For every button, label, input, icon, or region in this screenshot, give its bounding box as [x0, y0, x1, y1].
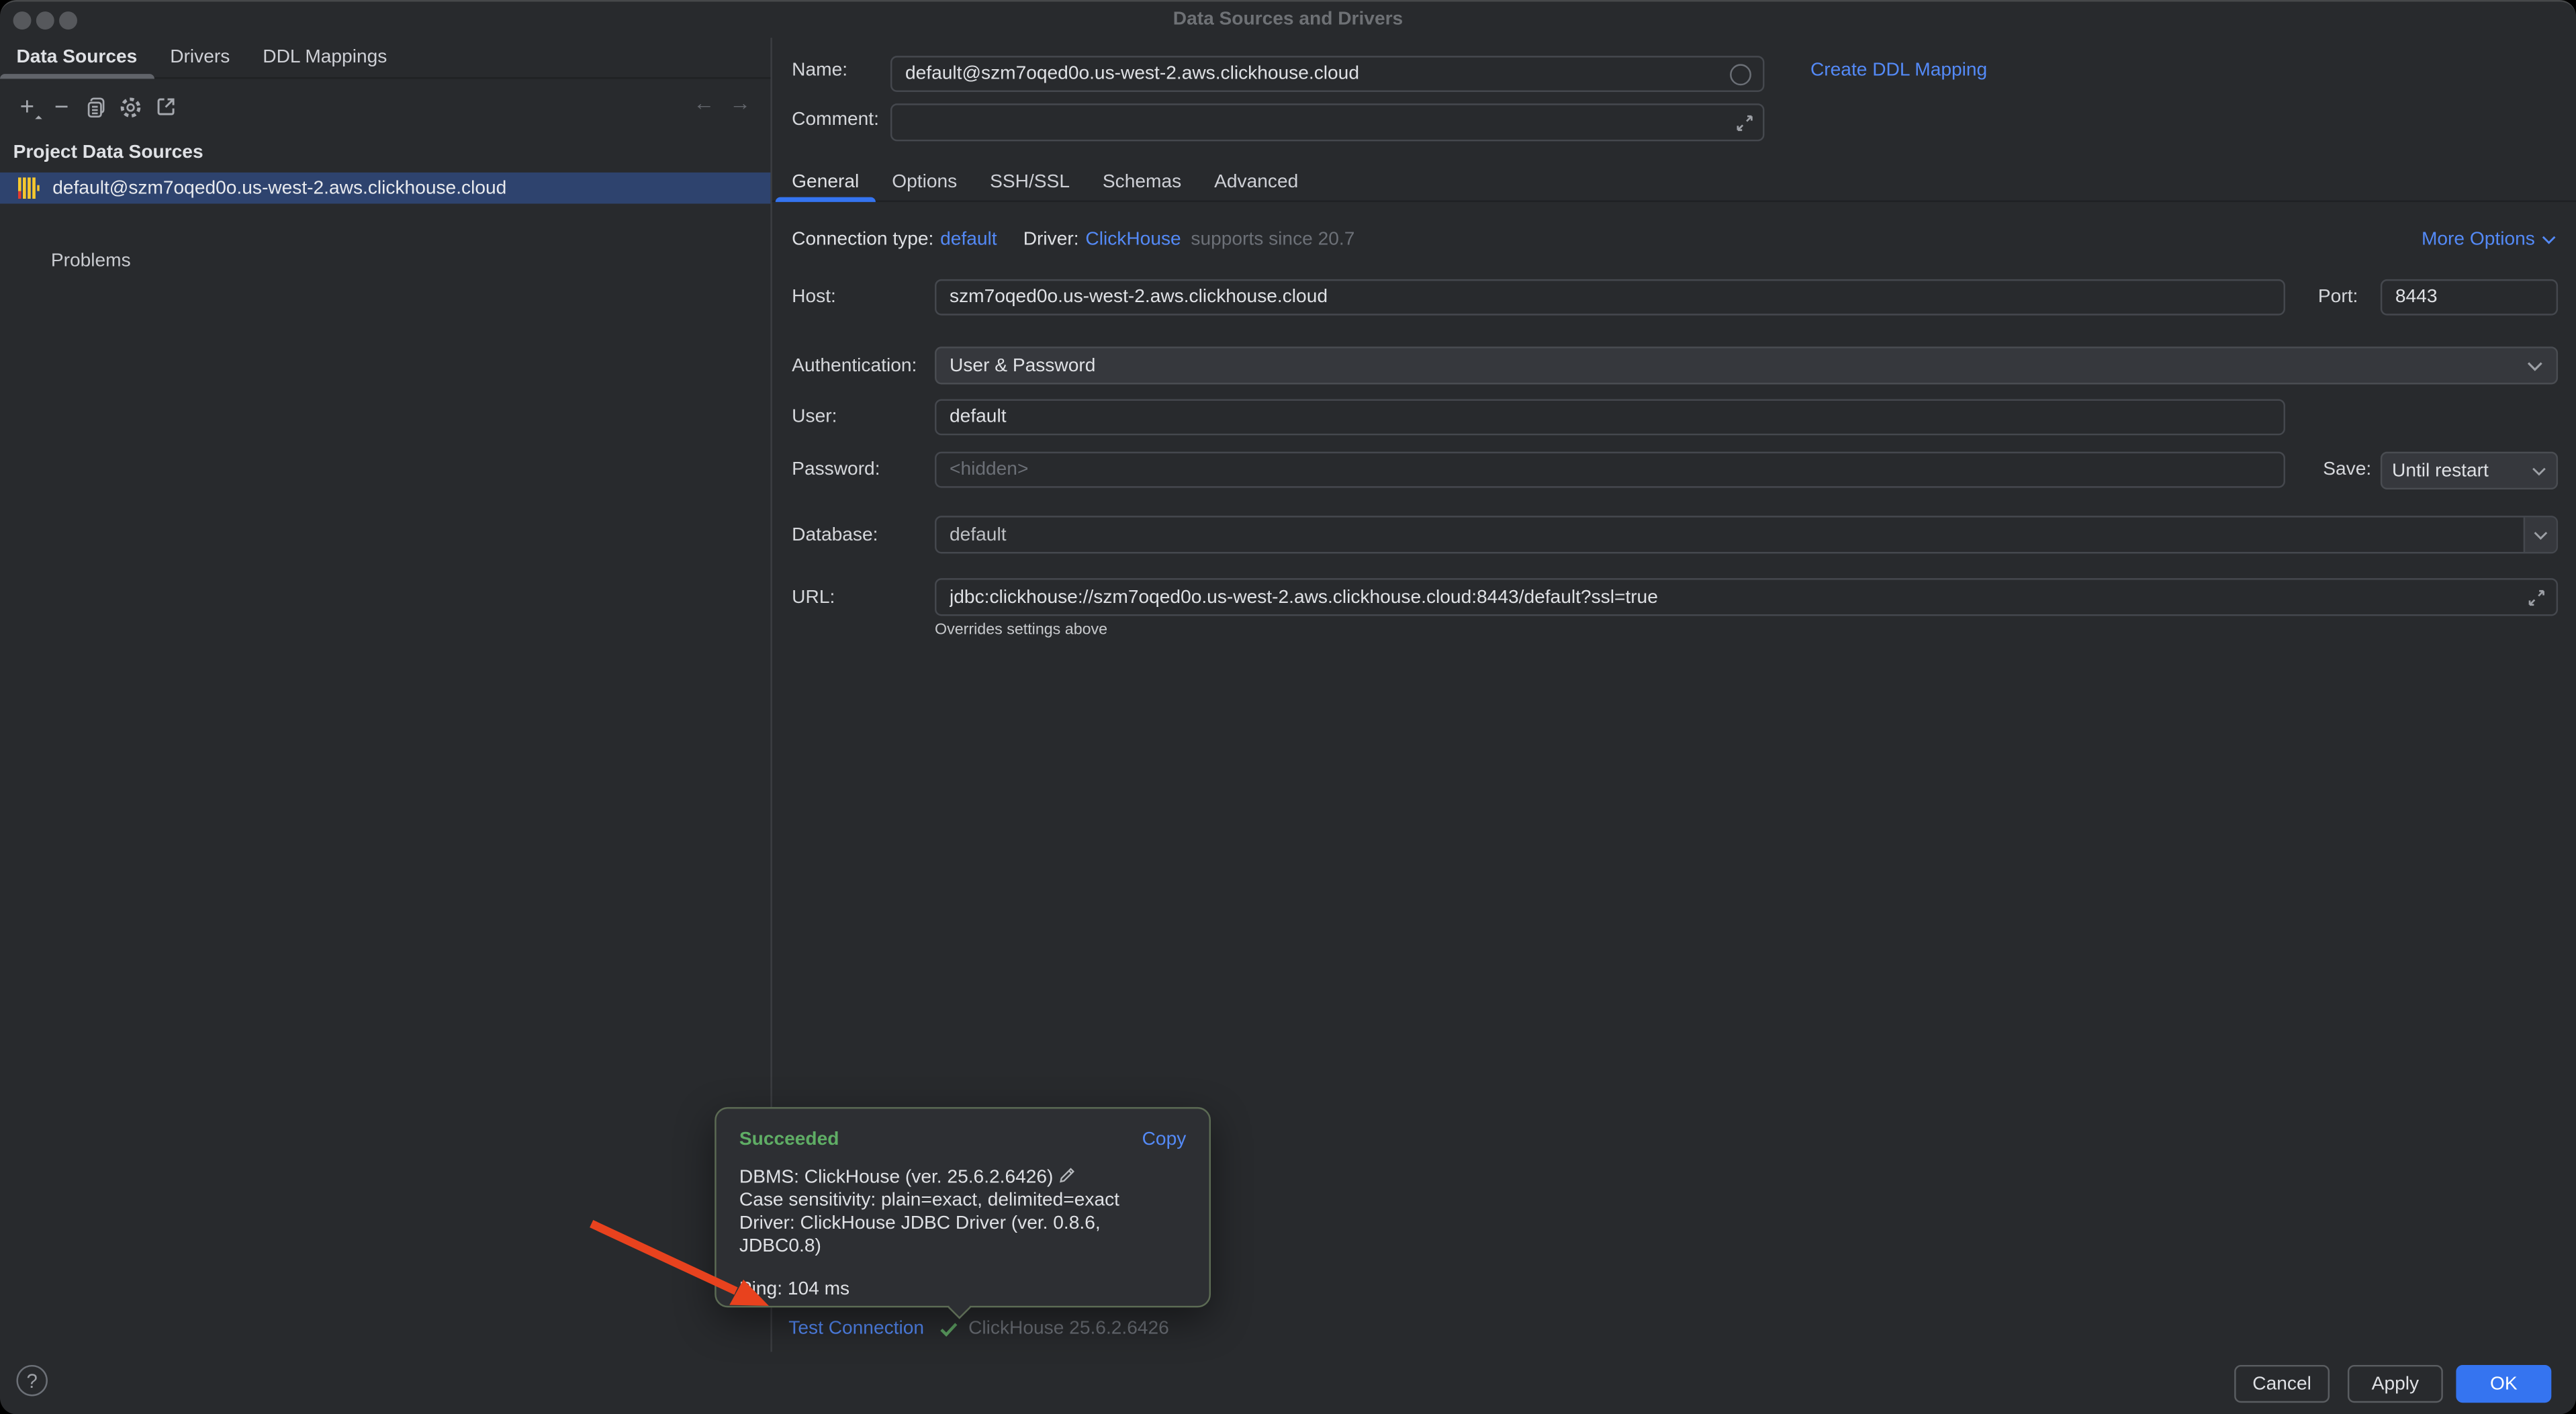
data-sources-dialog: Data Sources and Drivers Data Sources Dr…: [0, 0, 2576, 1414]
dialog-footer: ? Cancel Apply OK: [0, 1350, 2576, 1414]
dbms-text: DBMS: ClickHouse (ver. 25.6.2.6426): [739, 1168, 1054, 1187]
gear-icon[interactable]: [113, 91, 148, 124]
copy-link[interactable]: Copy: [1142, 1130, 1187, 1149]
cancel-button[interactable]: Cancel: [2234, 1365, 2330, 1403]
open-in-new-window-icon[interactable]: [148, 91, 182, 124]
clickhouse-icon: [18, 177, 40, 199]
user-input[interactable]: [935, 399, 2285, 435]
color-indicator-icon[interactable]: [1730, 64, 1751, 85]
more-options-label: More Options: [2422, 230, 2535, 249]
left-panel-toolbar: + −: [0, 91, 770, 124]
annotation-arrow: [575, 1209, 796, 1332]
host-input[interactable]: [935, 279, 2285, 316]
chevron-down-icon: [2542, 235, 2557, 245]
titlebar: Data Sources and Drivers: [0, 1, 2576, 38]
name-input[interactable]: [890, 56, 1764, 92]
authentication-label: Authentication:: [792, 357, 917, 376]
url-input[interactable]: [935, 578, 2558, 616]
tab-schemas[interactable]: Schemas: [1086, 162, 1197, 200]
authentication-value: User & Password: [950, 356, 2527, 375]
left-panel-tabs: Data Sources Drivers DDL Mappings: [0, 38, 770, 79]
database-value: default: [936, 518, 2523, 552]
ok-button[interactable]: OK: [2456, 1365, 2551, 1403]
more-options-link[interactable]: More Options: [2422, 227, 2557, 253]
forward-icon[interactable]: →: [729, 91, 751, 115]
database-label: Database:: [792, 526, 878, 545]
tab-drivers[interactable]: Drivers: [154, 38, 246, 77]
create-ddl-mapping-link[interactable]: Create DDL Mapping: [1810, 61, 1987, 81]
name-label: Name:: [792, 61, 847, 81]
port-input[interactable]: [2381, 279, 2558, 316]
test-connection-row: Test Connection ClickHouse 25.6.2.6426: [788, 1316, 1169, 1342]
connection-type-label: Connection type:: [792, 230, 933, 249]
driver-hint: supports since 20.7: [1191, 230, 1354, 249]
duplicate-icon[interactable]: [79, 91, 113, 124]
driver-link[interactable]: ClickHouse: [1085, 230, 1181, 249]
tab-general[interactable]: General: [776, 162, 876, 200]
tab-ssh-ssl[interactable]: SSH/SSL: [974, 162, 1087, 200]
tab-data-sources[interactable]: Data Sources: [0, 38, 154, 77]
chevron-down-icon: [2527, 361, 2543, 371]
authentication-select[interactable]: User & Password: [935, 346, 2558, 384]
success-check-icon: [941, 1321, 959, 1336]
window-title: Data Sources and Drivers: [0, 10, 2576, 30]
host-label: Host:: [792, 287, 836, 307]
connection-meta-row: Connection type: default Driver: ClickHo…: [792, 227, 1354, 253]
project-data-sources-header: Project Data Sources: [0, 143, 770, 162]
add-glyph: +: [20, 95, 34, 120]
port-label: Port:: [2318, 287, 2358, 307]
expand-icon[interactable]: [2527, 588, 2546, 608]
database-combobox[interactable]: default: [935, 516, 2558, 553]
edit-pencil-icon[interactable]: [1058, 1166, 1076, 1184]
tab-advanced[interactable]: Advanced: [1198, 162, 1315, 200]
chevron-down-icon: [2532, 466, 2546, 476]
history-nav: ← →: [693, 91, 751, 115]
data-source-list-item[interactable]: default@szm7oqed0o.us-west-2.aws.clickho…: [0, 173, 770, 203]
chevron-down-icon: [2533, 530, 2548, 540]
data-source-label: default@szm7oqed0o.us-west-2.aws.clickho…: [52, 178, 506, 197]
save-select[interactable]: Until restart: [2381, 452, 2558, 489]
add-dropdown-caret-icon: [35, 115, 42, 122]
popup-ping: Ping: 104 ms: [739, 1280, 1186, 1299]
remove-glyph: −: [54, 95, 68, 120]
popup-line-driver: Driver: ClickHouse JDBC Driver (ver. 0.8…: [739, 1212, 1186, 1258]
test-connection-link[interactable]: Test Connection: [788, 1319, 924, 1338]
popup-status: Succeeded: [739, 1130, 839, 1149]
expand-icon[interactable]: [1735, 113, 1754, 133]
password-label: Password:: [792, 460, 880, 479]
driver-label: Driver:: [1023, 230, 1079, 249]
password-input[interactable]: [935, 452, 2285, 488]
save-value: Until restart: [2392, 461, 2532, 480]
add-icon[interactable]: +: [10, 91, 44, 124]
form-tabs: General Options SSH/SSL Schemas Advanced: [772, 162, 2576, 202]
popup-line-dbms: DBMS: ClickHouse (ver. 25.6.2.6426): [739, 1166, 1186, 1189]
url-hint: Overrides settings above: [935, 621, 1107, 639]
problems-node[interactable]: Problems: [0, 251, 770, 271]
user-label: User:: [792, 408, 837, 427]
tab-ddl-mappings[interactable]: DDL Mappings: [246, 38, 404, 77]
remove-icon[interactable]: −: [44, 91, 79, 124]
apply-button[interactable]: Apply: [2348, 1365, 2443, 1403]
help-icon[interactable]: ?: [16, 1365, 47, 1396]
popup-line-case: Case sensitivity: plain=exact, delimited…: [739, 1189, 1186, 1212]
url-label: URL:: [792, 588, 835, 608]
screen: Data Sources and Drivers Data Sources Dr…: [0, 0, 2576, 1414]
save-label: Save:: [2323, 460, 2371, 479]
connection-type-link[interactable]: default: [940, 230, 997, 249]
comment-label: Comment:: [792, 110, 879, 130]
back-icon[interactable]: ←: [693, 91, 715, 115]
database-dropdown-button[interactable]: [2524, 518, 2557, 552]
comment-input[interactable]: [890, 103, 1764, 141]
left-panel: Data Sources Drivers DDL Mappings + −: [0, 38, 772, 1352]
tab-options[interactable]: Options: [876, 162, 974, 200]
test-result-text: ClickHouse 25.6.2.6426: [968, 1319, 1169, 1338]
